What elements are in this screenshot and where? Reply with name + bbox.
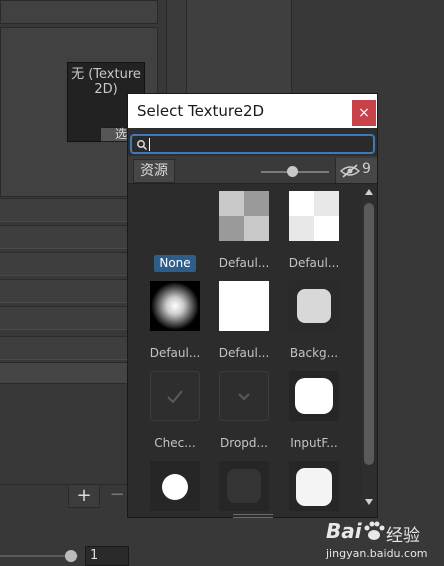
watermark-brand: Bai xyxy=(326,519,362,543)
scroll-up-arrow[interactable] xyxy=(365,189,373,195)
property-row-1 xyxy=(0,198,130,222)
asset-item[interactable]: Dropd... xyxy=(207,371,281,457)
asset-label: None xyxy=(154,255,196,272)
scrollbar[interactable] xyxy=(362,187,376,509)
number-field-value: 1 xyxy=(90,548,99,563)
watermark-brand2: 经验 xyxy=(386,526,420,546)
property-row-5 xyxy=(0,306,130,330)
eye-hidden-icon xyxy=(340,164,360,178)
asset-label: Defaul... xyxy=(218,256,270,270)
paw-icon xyxy=(364,521,385,540)
asset-label: Defaul... xyxy=(288,256,340,270)
select-texture-dialog: Select Texture2D × 资源 9 None Defaul... Def… xyxy=(127,93,378,518)
search-caret xyxy=(149,138,150,151)
header-band xyxy=(0,362,130,384)
dialog-titlebar: Select Texture2D xyxy=(128,94,377,128)
property-row-2 xyxy=(0,225,130,249)
asset-thumbnail xyxy=(289,281,339,331)
asset-thumbnail xyxy=(219,371,269,421)
asset-thumbnail xyxy=(289,461,339,511)
select-button-label: 选 xyxy=(115,127,128,141)
asset-label: Defaul... xyxy=(149,346,201,360)
number-field[interactable]: 1 xyxy=(85,546,129,566)
asset-item[interactable] xyxy=(138,461,212,513)
asset-label: InputF... xyxy=(290,436,338,450)
asset-thumbnail xyxy=(219,281,269,331)
search-icon xyxy=(137,140,148,151)
tab-assets-label: 资源 xyxy=(140,163,168,179)
bottom-slider-handle[interactable] xyxy=(65,550,77,562)
asset-thumbnail xyxy=(150,371,200,421)
add-button[interactable]: + xyxy=(68,484,100,508)
right-column-2 xyxy=(186,0,292,100)
property-row-4 xyxy=(0,279,130,303)
asset-label: Chec... xyxy=(154,436,196,450)
asset-item[interactable]: None xyxy=(138,191,212,277)
asset-label: Defaul... xyxy=(218,346,270,360)
close-icon: × xyxy=(358,105,370,121)
asset-label: Backg... xyxy=(289,346,339,360)
asset-item[interactable]: InputF... xyxy=(277,371,351,457)
asset-grid: None Defaul... Defaul... Defaul... Defaul...… xyxy=(128,185,377,513)
asset-thumbnail xyxy=(289,371,339,421)
property-row-3 xyxy=(0,252,130,276)
asset-item[interactable]: Defaul... xyxy=(277,191,351,277)
add-button-label: + xyxy=(76,485,92,506)
asset-thumbnail xyxy=(150,461,200,511)
dialog-title: Select Texture2D xyxy=(137,102,265,120)
asset-thumbnail xyxy=(219,461,269,511)
top-panel xyxy=(0,0,158,24)
search-input[interactable] xyxy=(130,134,375,154)
asset-item[interactable]: Backg... xyxy=(277,281,351,367)
visibility-count: 9 xyxy=(362,161,371,177)
scroll-down-arrow[interactable] xyxy=(365,499,373,505)
asset-item[interactable]: Defaul... xyxy=(138,281,212,367)
watermark: Bai 经验 jingyan.baidu.com xyxy=(326,516,444,566)
asset-item[interactable]: Chec... xyxy=(138,371,212,457)
asset-thumbnail xyxy=(150,281,200,331)
remove-button-label: − xyxy=(109,484,125,505)
asset-item[interactable]: Defaul... xyxy=(207,281,281,367)
property-row-6 xyxy=(0,336,130,360)
tab-assets[interactable]: 资源 xyxy=(133,159,175,183)
asset-thumbnail xyxy=(219,191,269,241)
close-button[interactable]: × xyxy=(352,100,376,126)
asset-item[interactable] xyxy=(277,461,351,513)
asset-thumbnail xyxy=(150,191,200,241)
watermark-url: jingyan.baidu.com xyxy=(326,547,428,560)
asset-thumbnail xyxy=(289,191,339,241)
zoom-slider-handle[interactable] xyxy=(286,166,298,177)
right-column xyxy=(166,0,186,100)
resize-handle[interactable] xyxy=(233,514,273,518)
asset-label: Dropd... xyxy=(220,436,268,450)
scroll-thumb[interactable] xyxy=(364,203,374,465)
asset-item[interactable]: Defaul... xyxy=(207,191,281,277)
asset-item[interactable] xyxy=(207,461,281,513)
visibility-toggle[interactable]: 9 xyxy=(335,158,377,183)
select-button[interactable]: 选 xyxy=(100,127,130,142)
